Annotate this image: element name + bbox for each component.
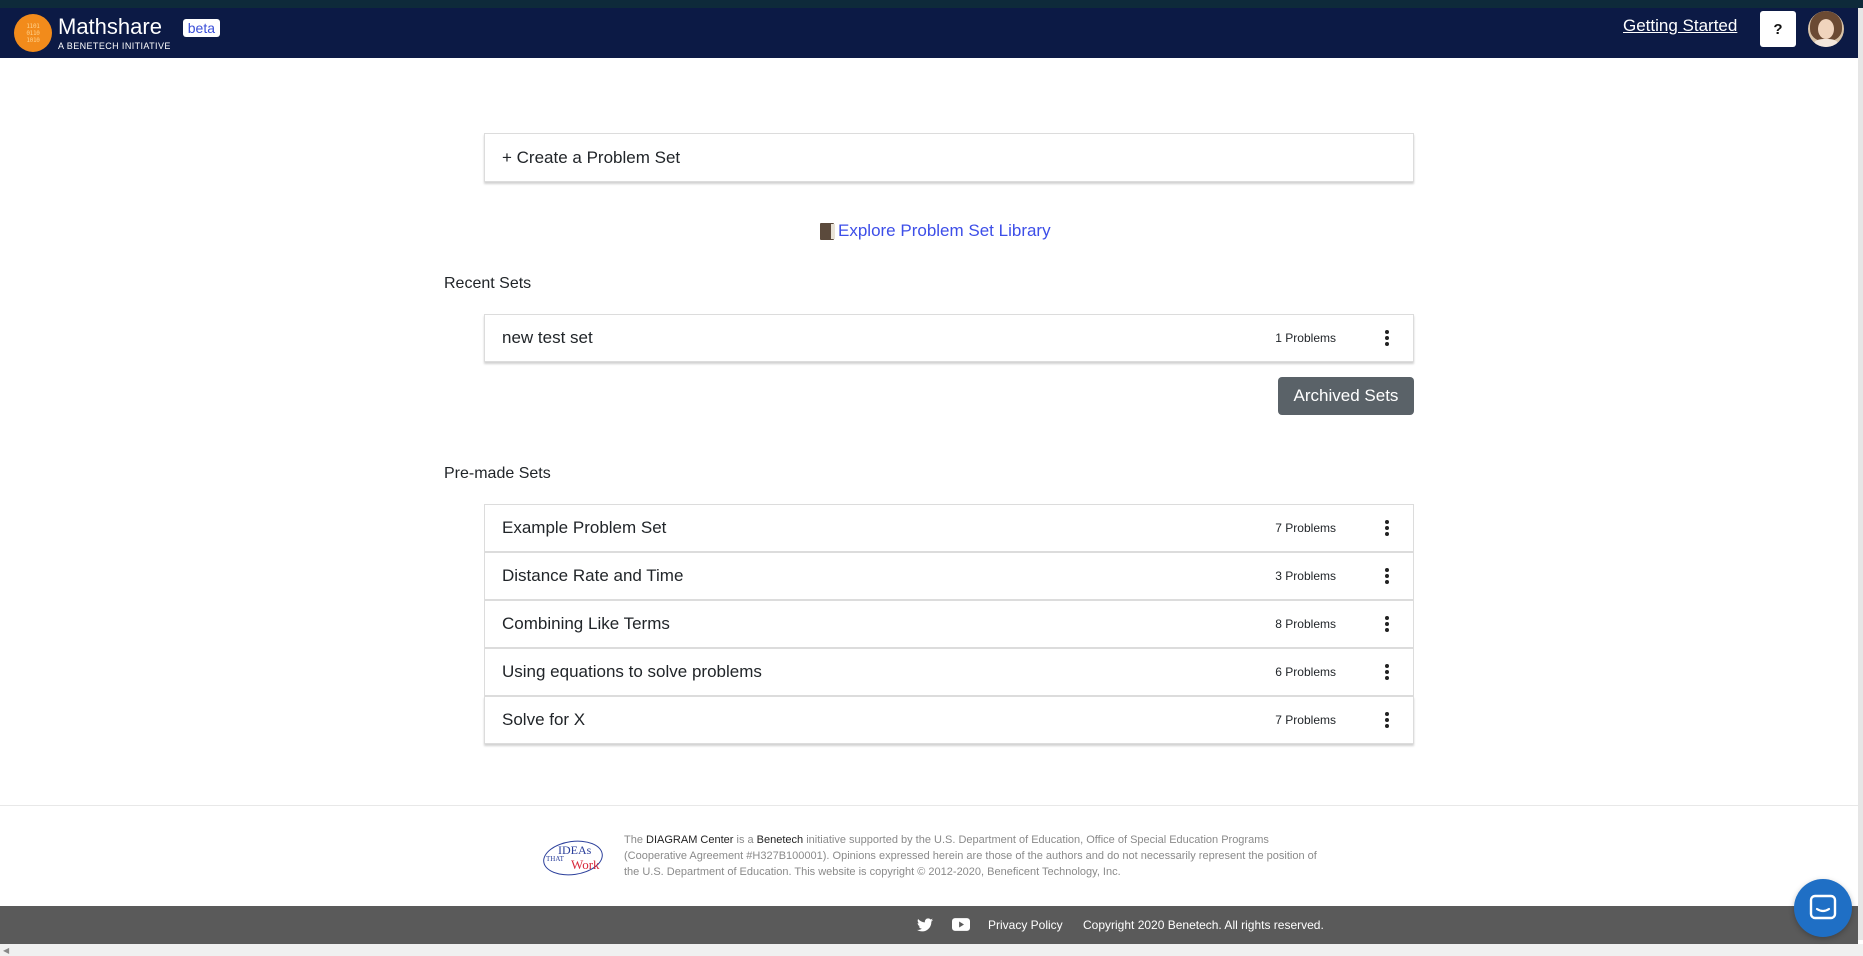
problem-count: 6 Problems bbox=[1275, 665, 1336, 679]
recent-sets-heading: Recent Sets bbox=[444, 275, 532, 292]
help-button[interactable]: ? bbox=[1760, 11, 1796, 47]
problem-count: 3 Problems bbox=[1275, 569, 1336, 583]
app-subtitle: A BENETECH INITIATIVE bbox=[58, 40, 171, 51]
more-options-icon[interactable] bbox=[1374, 611, 1400, 637]
twitter-icon[interactable] bbox=[917, 918, 933, 932]
beta-badge: beta bbox=[182, 19, 221, 37]
premade-set-row[interactable]: Solve for X 7 Problems bbox=[484, 696, 1414, 744]
getting-started-link[interactable]: Getting Started bbox=[1623, 16, 1737, 36]
more-options-icon[interactable] bbox=[1374, 325, 1400, 351]
ideas-that-work-logo[interactable]: IDEAs THAT Work bbox=[540, 835, 607, 880]
more-options-icon[interactable] bbox=[1374, 563, 1400, 589]
problem-count: 1 Problems bbox=[1275, 331, 1336, 345]
set-title: Example Problem Set bbox=[502, 518, 667, 537]
youtube-icon[interactable] bbox=[952, 918, 970, 931]
create-problem-set-button[interactable]: + Create a Problem Set bbox=[484, 133, 1414, 182]
explore-library-label: Explore Problem Set Library bbox=[838, 221, 1051, 240]
premade-set-row[interactable]: Example Problem Set 7 Problems bbox=[484, 504, 1414, 552]
archived-sets-button[interactable]: Archived Sets bbox=[1278, 377, 1414, 415]
horizontal-scrollbar[interactable]: ◀ bbox=[0, 944, 1863, 956]
logo-icon: 1101 0110 1010 bbox=[14, 14, 52, 52]
chat-icon bbox=[1809, 894, 1837, 920]
copyright-text: Copyright 2020 Benetech. All rights rese… bbox=[1083, 918, 1324, 932]
mathshare-logo[interactable]: 1101 0110 1010 Mathshare A BENETECH INITIA… bbox=[14, 13, 221, 52]
premade-set-row[interactable]: Using equations to solve problems 6 Prob… bbox=[484, 648, 1414, 696]
logo-text: Mathshare A BENETECH INITIATIVE bbox=[58, 13, 171, 51]
more-options-icon[interactable] bbox=[1374, 515, 1400, 541]
problem-count: 8 Problems bbox=[1275, 617, 1336, 631]
problem-count: 7 Problems bbox=[1275, 713, 1336, 727]
top-stripe bbox=[0, 0, 1863, 8]
set-title: Using equations to solve problems bbox=[502, 662, 762, 681]
book-icon bbox=[820, 222, 836, 240]
privacy-policy-link[interactable]: Privacy Policy bbox=[988, 918, 1063, 932]
set-title: Combining Like Terms bbox=[502, 614, 670, 633]
premade-sets-heading: Pre-made Sets bbox=[444, 465, 551, 482]
vertical-scrollbar[interactable] bbox=[1858, 8, 1863, 940]
set-title: Solve for X bbox=[502, 710, 586, 729]
scroll-left-icon[interactable]: ◀ bbox=[3, 946, 9, 955]
bottom-bar: Privacy Policy Copyright 2020 Benetech. … bbox=[0, 906, 1858, 944]
more-options-icon[interactable] bbox=[1374, 707, 1400, 733]
problem-count: 7 Problems bbox=[1275, 521, 1336, 535]
premade-set-row[interactable]: Distance Rate and Time 3 Problems bbox=[484, 552, 1414, 600]
footer-divider bbox=[0, 805, 1858, 806]
diagram-center-link[interactable]: DIAGRAM Center bbox=[646, 834, 733, 846]
recent-set-row[interactable]: new test set 1 Problems bbox=[484, 314, 1414, 362]
avatar[interactable] bbox=[1808, 11, 1844, 47]
explore-library-link[interactable]: Explore Problem Set Library bbox=[820, 221, 1051, 241]
more-options-icon[interactable] bbox=[1374, 659, 1400, 685]
footer-disclaimer: The DIAGRAM Center is a Benetech initiat… bbox=[624, 834, 1317, 878]
set-title: new test set bbox=[502, 328, 593, 347]
app-name: Mathshare bbox=[58, 13, 162, 39]
benetech-link[interactable]: Benetech bbox=[757, 834, 803, 846]
premade-set-row[interactable]: Combining Like Terms 8 Problems bbox=[484, 600, 1414, 648]
header: 1101 0110 1010 Mathshare A BENETECH INITIA… bbox=[0, 8, 1858, 58]
set-title: Distance Rate and Time bbox=[502, 566, 684, 585]
chat-button[interactable] bbox=[1794, 879, 1852, 937]
